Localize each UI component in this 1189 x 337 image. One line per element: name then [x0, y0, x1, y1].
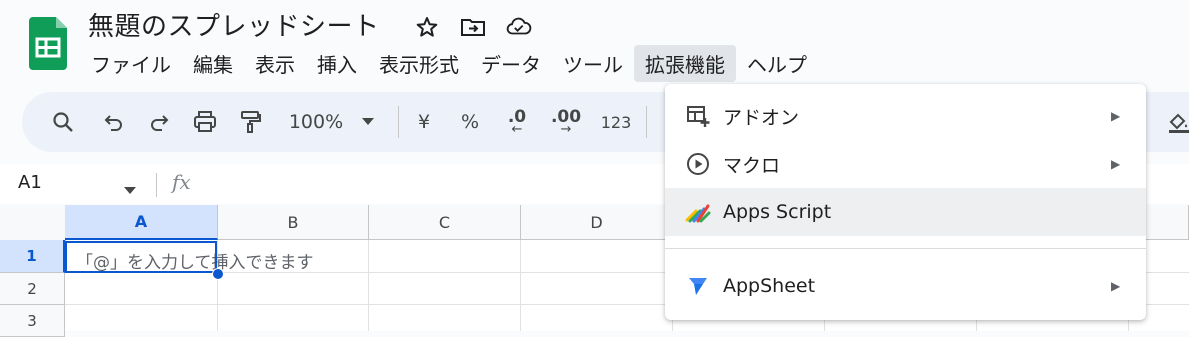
decrease-decimal-button[interactable]: .0 ← [500, 92, 534, 152]
menu-insert[interactable]: 挿入 [306, 45, 368, 82]
arrow-left-icon: ← [511, 122, 523, 137]
menu-item-macros[interactable]: マクロ ▶ [665, 140, 1146, 188]
menu-item-label: マクロ [723, 154, 781, 177]
document-title[interactable]: 無題のスプレッドシート [88, 6, 380, 43]
menu-item-label: Apps Script [723, 201, 832, 223]
toolbar-divider [398, 106, 399, 138]
submenu-arrow-icon: ▶ [1111, 157, 1121, 171]
menu-format[interactable]: 表示形式 [368, 45, 470, 82]
zoom-select[interactable]: 100% [284, 92, 348, 152]
select-all-corner[interactable] [0, 205, 66, 241]
menu-edit[interactable]: 編集 [182, 45, 244, 82]
fx-icon: fx [172, 170, 191, 194]
macro-play-icon [685, 151, 711, 177]
menu-item-addons[interactable]: アドオン ▶ [665, 92, 1146, 140]
redo-icon[interactable] [144, 92, 174, 152]
active-cell-a1[interactable] [65, 241, 217, 273]
name-box-dropdown-icon[interactable] [124, 180, 136, 199]
menu-data[interactable]: データ [470, 45, 552, 82]
arrow-right-icon: → [560, 122, 572, 137]
row-header-2[interactable]: 2 [0, 273, 65, 305]
formula-bar-divider [156, 173, 157, 197]
menu-item-label: AppSheet [723, 275, 816, 297]
submenu-arrow-icon: ▶ [1111, 109, 1121, 123]
appsheet-icon [685, 273, 711, 299]
grid-line [520, 240, 521, 331]
percent-format-button[interactable]: % [456, 92, 484, 152]
extensions-menu-dropdown: アドオン ▶ マクロ ▶ Apps Script AppSheet ▶ [665, 84, 1146, 320]
row-header-3[interactable]: 3 [0, 305, 65, 337]
apps-script-icon [685, 199, 711, 225]
star-icon[interactable] [414, 14, 440, 40]
print-icon[interactable] [190, 92, 220, 152]
increase-decimal-button[interactable]: .00 → [546, 92, 586, 152]
menu-item-label: アドオン [723, 106, 800, 129]
submenu-arrow-icon: ▶ [1111, 279, 1121, 293]
move-to-folder-icon[interactable] [460, 14, 486, 40]
paint-format-icon[interactable] [236, 92, 266, 152]
grid-line [368, 240, 369, 331]
zoom-dropdown-icon[interactable] [358, 92, 378, 152]
cloud-saved-icon[interactable] [506, 14, 532, 40]
currency-format-button[interactable]: ¥ [410, 92, 438, 152]
sheets-logo-icon[interactable] [29, 17, 67, 70]
column-header-b[interactable]: B [218, 205, 369, 240]
menu-file[interactable]: ファイル [80, 45, 182, 82]
fill-color-icon[interactable] [1164, 92, 1189, 152]
menu-view[interactable]: 表示 [244, 45, 306, 82]
menu-divider [665, 248, 1146, 249]
column-header-a[interactable]: A [65, 205, 218, 240]
addon-icon [685, 103, 711, 129]
row-header-1[interactable]: 1 [0, 240, 65, 273]
column-header-d[interactable]: D [521, 205, 673, 240]
fill-handle[interactable] [212, 268, 224, 280]
search-menus-icon[interactable] [48, 92, 78, 152]
menubar: ファイル 編集 表示 挿入 表示形式 データ ツール 拡張機能 ヘルプ [80, 44, 818, 82]
name-box[interactable]: A1 [18, 172, 42, 193]
menu-tools[interactable]: ツール [552, 45, 634, 82]
number-format-button[interactable]: 123 [596, 92, 636, 152]
undo-icon[interactable] [99, 92, 129, 152]
menu-item-appsheet[interactable]: AppSheet ▶ [665, 262, 1146, 310]
toolbar-divider [646, 106, 647, 138]
menu-extensions[interactable]: 拡張機能 [634, 44, 736, 82]
column-header-c[interactable]: C [369, 205, 521, 240]
menu-help[interactable]: ヘルプ [736, 45, 818, 82]
menu-item-apps-script[interactable]: Apps Script [665, 188, 1146, 236]
